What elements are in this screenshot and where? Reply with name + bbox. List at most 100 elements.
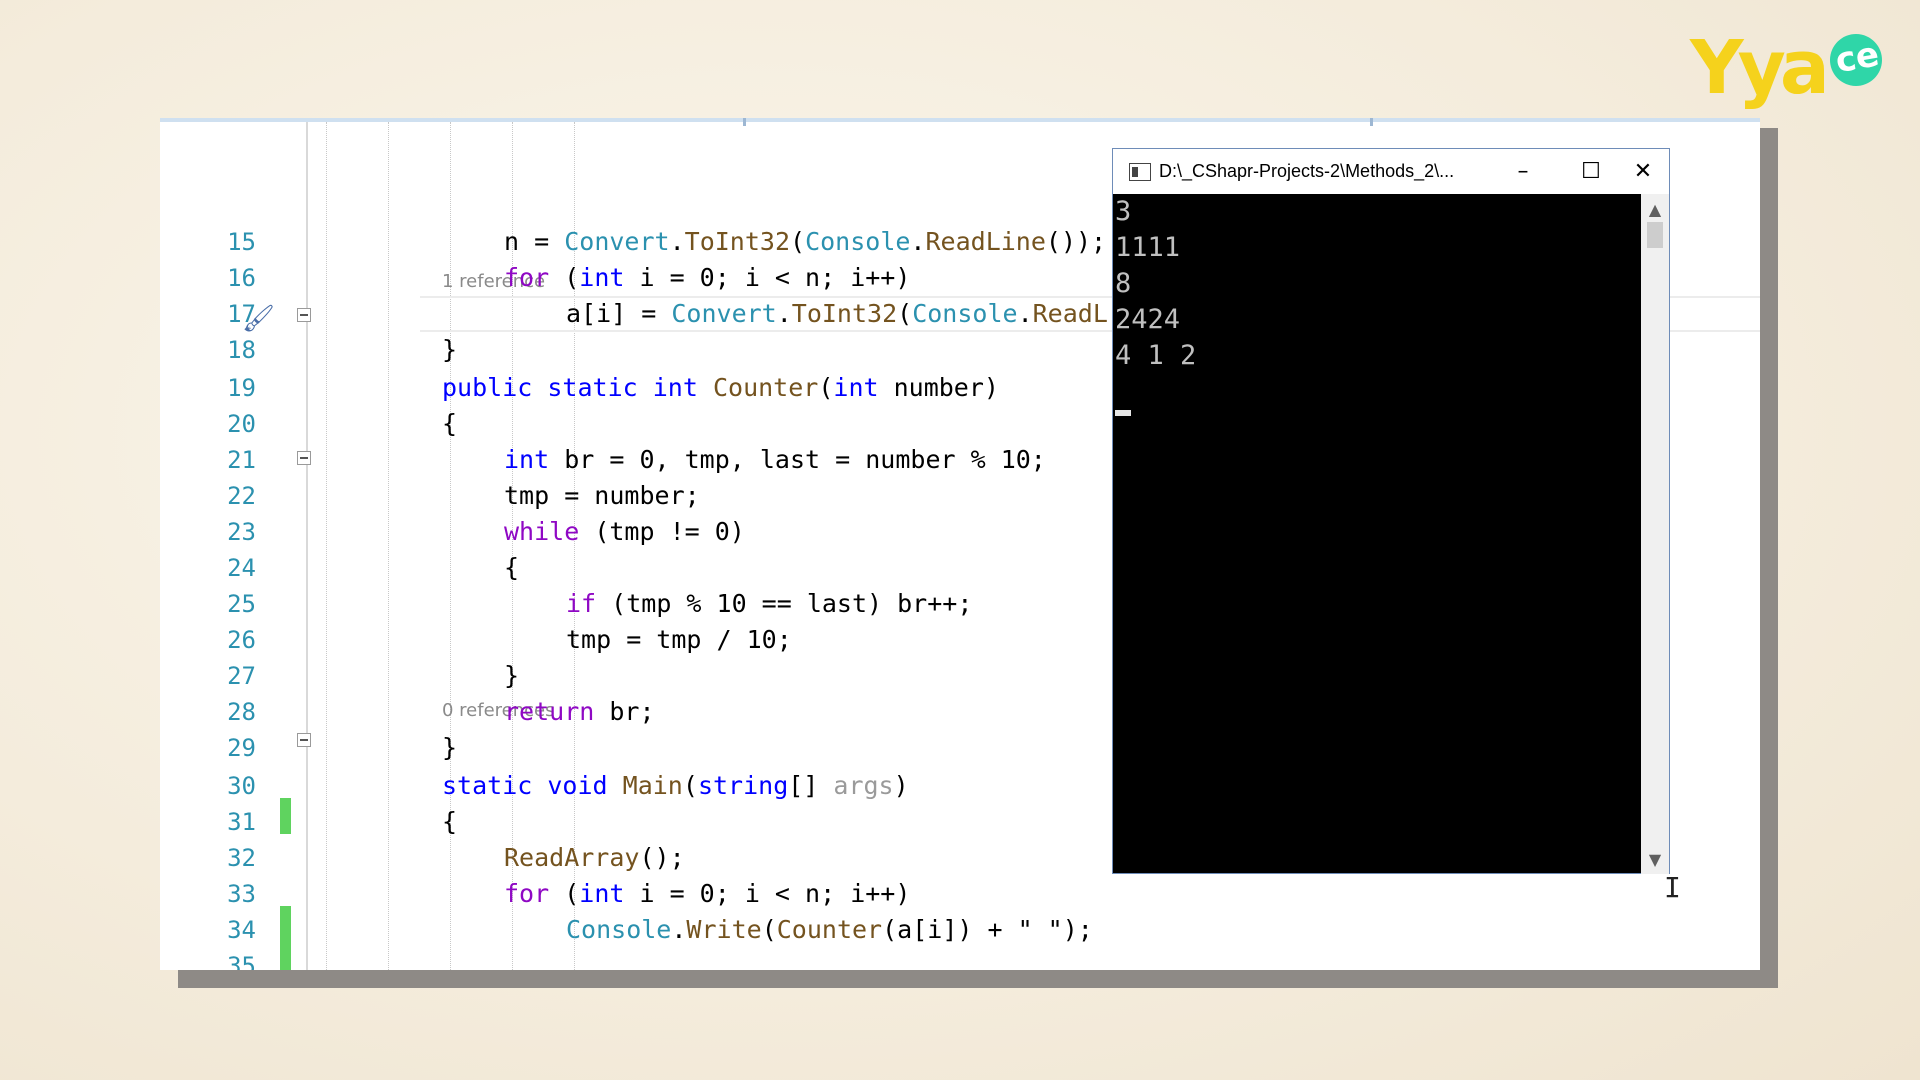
console-title-bar[interactable]: D:\_CShapr-Projects-2\Methods_2\... – ☐ … — [1113, 149, 1669, 194]
code-line[interactable]: a[i] = Convert.ToInt32(Console.ReadL — [566, 296, 1108, 332]
navigation-bar — [160, 118, 1760, 122]
code-token: ( — [818, 373, 834, 402]
code-token: } — [504, 661, 520, 690]
code-token: ToInt32 — [791, 299, 898, 328]
code-line[interactable]: { — [442, 804, 457, 840]
code-line[interactable]: while (tmp != 0) — [504, 514, 745, 550]
console-output-area[interactable]: 3 1111 8 2424 4 1 2 — [1113, 194, 1641, 874]
indent-guide — [388, 122, 389, 970]
code-token: { — [504, 553, 520, 582]
code-token: ()); — [1045, 227, 1107, 256]
line-number: 23 — [227, 518, 256, 546]
line-number: 27 — [227, 662, 256, 690]
code-token: } — [442, 733, 458, 762]
scroll-down-arrow-icon[interactable]: ▼ — [1641, 848, 1669, 872]
code-token: string — [697, 771, 789, 800]
console-app-icon — [1129, 163, 1151, 181]
code-line[interactable]: static void Main(string[] args) — [442, 768, 909, 804]
line-number: 15 — [227, 228, 256, 256]
code-token: Console — [566, 915, 672, 944]
code-token: int — [579, 879, 625, 908]
code-token: i = 0; i < n; i++) — [624, 263, 911, 292]
minimize-button[interactable]: – — [1503, 157, 1543, 187]
code-token: return — [504, 697, 595, 726]
code-line[interactable]: ReadArray(); — [504, 840, 685, 876]
console-output-line: 2424 — [1115, 304, 1181, 335]
code-token: . — [669, 227, 685, 256]
scrollbar-thumb[interactable] — [1647, 222, 1663, 248]
line-number: 17 — [227, 300, 256, 328]
code-token: ( — [761, 915, 777, 944]
line-number: 25 — [227, 590, 256, 618]
line-number: 28 — [227, 698, 256, 726]
code-token: Console — [805, 227, 911, 256]
console-output-line: 1111 — [1115, 232, 1181, 263]
console-cursor — [1115, 410, 1131, 416]
scroll-up-arrow-icon[interactable]: ▲ — [1641, 198, 1669, 222]
code-token: ReadArray — [504, 843, 640, 872]
code-token: . — [910, 227, 926, 256]
code-token: ) — [893, 771, 909, 800]
code-line[interactable]: for (int i = 0; i < n; i++) — [504, 260, 910, 296]
collapse-toggle-counter[interactable] — [297, 308, 311, 322]
maximize-button[interactable]: ☐ — [1571, 157, 1611, 187]
nav-separator — [743, 118, 746, 126]
code-line[interactable]: for (int i = 0; i < n; i++) — [504, 876, 910, 912]
code-token: public — [442, 373, 533, 402]
collapse-toggle-while[interactable] — [297, 451, 311, 465]
nav-separator — [1370, 118, 1373, 126]
code-line[interactable]: { — [504, 550, 519, 586]
collapse-toggle-main[interactable] — [297, 733, 311, 747]
code-line[interactable]: if (tmp % 10 == last) br++; — [566, 586, 972, 622]
code-line[interactable]: tmp = tmp / 10; — [566, 622, 792, 658]
line-number: 32 — [227, 844, 256, 872]
console-window[interactable]: D:\_CShapr-Projects-2\Methods_2\... – ☐ … — [1112, 148, 1670, 874]
code-line[interactable]: n = Convert.ToInt32(Console.ReadLine()); — [504, 224, 1106, 260]
close-button[interactable]: ✕ — [1623, 157, 1663, 187]
code-token: Write — [686, 915, 762, 944]
console-output-line: 4 1 2 — [1115, 340, 1197, 371]
code-token: tmp = number; — [504, 481, 700, 510]
line-number: 31 — [227, 808, 256, 836]
indent-guide — [450, 122, 451, 970]
code-token: (a[i]) + " "); — [882, 915, 1093, 944]
code-token: ( — [549, 879, 580, 908]
change-marker — [280, 906, 291, 970]
code-token: if — [566, 589, 597, 618]
logo-badge-text: ce — [1832, 34, 1882, 82]
code-line[interactable]: } — [504, 658, 519, 694]
code-token: { — [442, 409, 458, 438]
code-token: br = 0, tmp, last = number % 10; — [549, 445, 1046, 474]
code-line[interactable]: { — [442, 406, 457, 442]
code-line[interactable]: return br; — [504, 694, 655, 730]
code-token: Convert — [564, 227, 670, 256]
console-output-line: 3 — [1115, 196, 1132, 227]
code-line[interactable]: public static int Counter(int number) — [442, 370, 999, 406]
code-line[interactable]: tmp = number; — [504, 478, 700, 514]
code-line[interactable]: Console.Write(Counter(a[i]) + " "); — [566, 912, 1093, 948]
code-token: ( — [790, 227, 806, 256]
code-token: } — [442, 335, 458, 364]
gutter-divider — [306, 122, 308, 970]
code-token: number) — [878, 373, 999, 402]
mouse-ibeam-cursor-icon: I — [1664, 871, 1681, 904]
logo-text: Yya — [1690, 25, 1830, 111]
code-token: ToInt32 — [684, 227, 790, 256]
line-number: 18 — [227, 336, 256, 364]
code-token: (); — [639, 843, 685, 872]
code-token: (tmp != 0) — [579, 517, 745, 546]
line-number: 20 — [227, 410, 256, 438]
code-token: . — [1017, 299, 1033, 328]
code-token: Console — [912, 299, 1018, 328]
code-line[interactable]: } — [442, 730, 457, 766]
line-number: 19 — [227, 374, 256, 402]
console-scrollbar[interactable]: ▲ ▼ — [1641, 194, 1669, 874]
code-line[interactable]: int br = 0, tmp, last = number % 10; — [504, 442, 1046, 478]
code-line[interactable]: } — [442, 332, 457, 368]
code-token: ( — [682, 771, 698, 800]
code-token: n = — [504, 227, 565, 256]
code-token: Counter — [712, 373, 819, 402]
logo-badge: ce — [1825, 29, 1887, 91]
code-token: int — [652, 373, 698, 402]
